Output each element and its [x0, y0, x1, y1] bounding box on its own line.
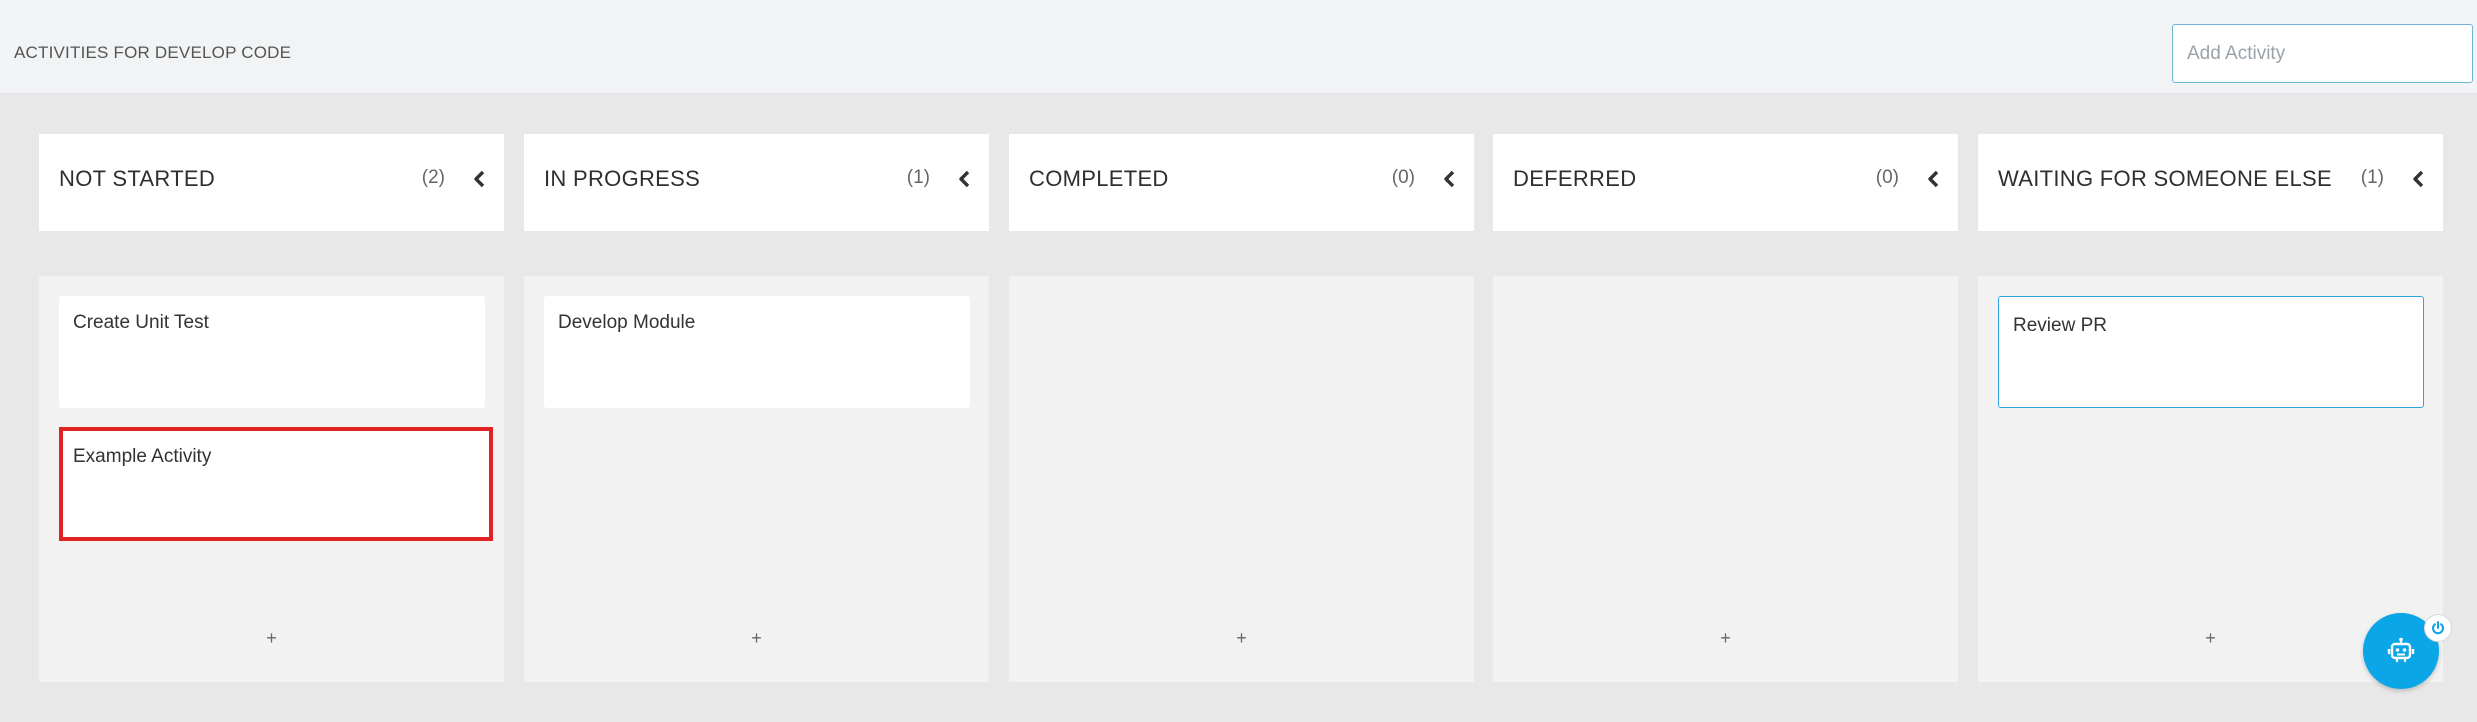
card-title: Review PR — [2013, 315, 2107, 336]
column-count: (1) — [2360, 167, 2384, 188]
column-title: NOT STARTED — [59, 166, 216, 191]
robot-icon — [2387, 637, 2415, 662]
add-card-button[interactable]: + — [260, 628, 284, 649]
chevron-left-icon[interactable] — [1436, 164, 1462, 194]
card-title: Develop Module — [558, 312, 696, 333]
column-header-completed: COMPLETED (0) — [1009, 134, 1474, 231]
column-count: (2) — [421, 167, 445, 188]
column-body-completed: + — [1009, 276, 1474, 682]
card-title: Create Unit Test — [73, 312, 209, 333]
power-toggle[interactable] — [2424, 614, 2452, 642]
top-bar: ACTIVITIES FOR DEVELOP CODE — [0, 0, 2477, 94]
chevron-left-icon[interactable] — [951, 164, 977, 194]
chevron-left-icon[interactable] — [466, 164, 492, 194]
column-header-deferred: DEFERRED (0) — [1493, 134, 1958, 231]
column-count: (0) — [1875, 167, 1899, 188]
column-body-not-started: Create Unit Test Example Activity + — [39, 276, 504, 682]
page-title: ACTIVITIES FOR DEVELOP CODE — [14, 43, 292, 62]
activity-card[interactable]: Create Unit Test — [59, 296, 485, 408]
activity-card-selected[interactable]: Example Activity — [59, 427, 493, 541]
power-icon — [2432, 621, 2444, 635]
column-count: (0) — [1391, 167, 1415, 188]
activity-card-focused[interactable]: Review PR — [1998, 296, 2424, 408]
add-card-button[interactable]: + — [2199, 628, 2223, 649]
add-card-button[interactable]: + — [1714, 628, 1738, 649]
column-title: COMPLETED — [1029, 166, 1169, 191]
column-body-in-progress: Develop Module + — [524, 276, 989, 682]
add-activity-input[interactable] — [2172, 24, 2473, 83]
add-card-button[interactable]: + — [1230, 628, 1254, 649]
column-header-not-started: NOT STARTED (2) — [39, 134, 504, 231]
column-body-deferred: + — [1493, 276, 1958, 682]
column-header-waiting: WAITING FOR SOMEONE ELSE (1) — [1978, 134, 2443, 231]
column-title: DEFERRED — [1513, 166, 1637, 191]
add-card-button[interactable]: + — [745, 628, 769, 649]
chevron-left-icon[interactable] — [2405, 164, 2431, 194]
chevron-left-icon[interactable] — [1920, 164, 1946, 194]
column-title: WAITING FOR SOMEONE ELSE — [1998, 166, 2332, 191]
column-count: (1) — [906, 167, 930, 188]
column-body-waiting: Review PR + — [1978, 276, 2443, 682]
card-title: Example Activity — [73, 446, 212, 467]
column-title: IN PROGRESS — [544, 166, 701, 191]
activity-card[interactable]: Develop Module — [544, 296, 970, 408]
column-header-in-progress: IN PROGRESS (1) — [524, 134, 989, 231]
